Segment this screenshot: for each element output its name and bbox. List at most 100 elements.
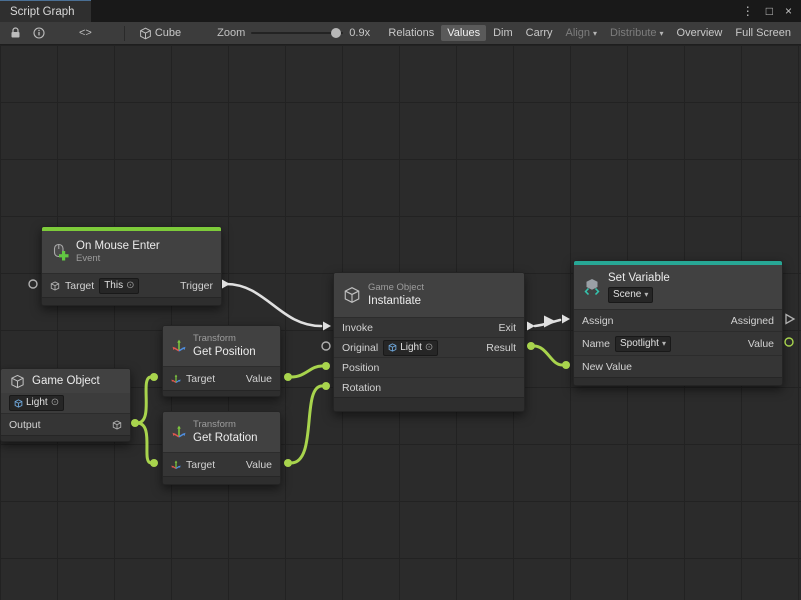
info-icon[interactable] [27,27,51,39]
port-label-new-value: New Value [582,361,632,373]
cube-icon [343,286,361,304]
kebab-menu-icon[interactable]: ⋮ [742,4,754,18]
node-get-position[interactable]: Transform Get Position Target Value [162,325,281,397]
wire-result-to-new-value[interactable] [534,346,562,365]
cube-icon [112,420,122,430]
port-getposition-target[interactable] [150,373,158,381]
graph-canvas[interactable]: On Mouse Enter Event Target This ⊙ Trigg… [0,45,801,600]
node-title: Get Position [193,345,256,359]
object-picker-icon[interactable]: ⊙ [126,280,134,292]
port-label-rotation: Rotation [342,382,381,394]
variable-name: Spotlight [620,338,659,350]
tab-script-graph[interactable]: Script Graph [0,0,91,22]
port-value-output[interactable] [785,338,793,346]
node-footer [1,435,130,441]
port-label-value: Value [246,459,272,471]
toolbar-button-group: Relations Values Dim Carry Align ▾ Distr… [382,25,797,41]
zoom-slider-handle[interactable] [331,28,341,38]
port-invoke-input[interactable] [323,322,331,331]
carry-button[interactable]: Carry [520,25,559,41]
maximize-icon[interactable]: □ [766,4,773,18]
node-title: Set Variable [608,271,670,285]
port-gameobject-output[interactable] [131,419,139,427]
object-value-chip[interactable]: Light ⊙ [9,395,64,411]
object-picker-icon[interactable]: ⊙ [51,397,59,409]
unity-graph-window: Script Graph ⋮ □ × <> Cube Zoom 0.9x R [0,0,801,600]
wire-rotation-value-to-instantiate[interactable] [291,386,322,463]
original-value-chip[interactable]: Light ⊙ [383,340,438,356]
wire-output-to-getposition-target[interactable] [137,377,151,423]
port-rotation-input[interactable] [322,382,330,390]
port-exit-output[interactable] [527,322,535,331]
fullscreen-button[interactable]: Full Screen [729,25,797,41]
cube-icon [50,281,60,291]
variable-name-dropdown[interactable]: Spotlight ▾ [615,336,671,352]
toolbar-separator [124,26,125,41]
zoom-value: 0.9x [349,27,370,39]
node-footer [334,397,524,411]
node-category: Transform [193,333,256,345]
variable-kind-dropdown[interactable]: Scene ▾ [608,287,653,303]
port-label-value: Value [246,373,272,385]
port-result-output[interactable] [527,342,535,350]
close-icon[interactable]: × [785,4,792,18]
overview-button[interactable]: Overview [671,25,729,41]
lock-icon[interactable] [4,27,27,39]
port-target-input[interactable] [29,280,37,288]
node-game-object[interactable]: Game Object Light ⊙ Output [0,368,131,442]
port-label-target: Target [186,459,215,471]
port-position-input[interactable] [322,362,330,370]
node-subtitle: Event [76,253,160,265]
chevron-down-icon: ▾ [660,29,664,38]
port-label-name: Name [582,338,610,350]
distribute-dropdown[interactable]: Distribute ▾ [604,25,669,41]
flow-arrowhead-icon [544,316,556,328]
relations-button[interactable]: Relations [382,25,440,41]
target-value: This [104,280,123,292]
port-label-target: Target [186,373,215,385]
cube-icon [139,27,152,40]
object-picker-icon[interactable]: ⊙ [425,342,433,354]
wire-exit-to-assign[interactable] [535,320,560,326]
target-value-chip[interactable]: This ⊙ [99,278,139,294]
graph-target-label: Cube [155,27,181,39]
mouse-event-icon [51,243,69,261]
dim-button[interactable]: Dim [487,25,519,41]
values-button[interactable]: Values [441,25,486,41]
wire-trigger-to-invoke[interactable] [226,284,321,326]
port-label-assigned: Assigned [731,315,774,327]
code-view-icon[interactable]: <> [73,27,98,39]
align-dropdown[interactable]: Align ▾ [560,25,603,41]
cube-icon [10,374,25,389]
node-set-variable[interactable]: Set Variable Scene ▾ Assign Assigned Nam… [573,260,783,386]
port-label-assign: Assign [582,315,614,327]
transform-icon [171,460,181,470]
wire-position-value-to-instantiate[interactable] [291,366,322,377]
port-label-output: Output [9,419,41,431]
port-getrotation-value[interactable] [284,459,292,467]
transform-icon [171,374,181,384]
port-original-input[interactable] [322,342,330,350]
port-trigger-output[interactable] [222,280,230,289]
port-new-value-input[interactable] [562,361,570,369]
object-value: Light [26,397,48,409]
port-assign-input[interactable] [562,315,570,324]
chevron-down-icon: ▾ [593,29,597,38]
zoom-label: Zoom [217,27,245,39]
node-footer [163,476,280,484]
game-object-cube-icon [388,343,397,352]
transform-icon [172,425,186,439]
node-title: On Mouse Enter [76,239,160,253]
port-assigned-output[interactable] [786,315,794,324]
original-value: Light [400,342,422,354]
wire-output-to-getrotation-target[interactable] [137,423,151,463]
node-get-rotation[interactable]: Transform Get Rotation Target Value [162,411,281,485]
node-on-mouse-enter[interactable]: On Mouse Enter Event Target This ⊙ Trigg… [41,226,222,306]
node-instantiate[interactable]: Game Object Instantiate Invoke Exit Orig… [333,272,525,412]
zoom-slider[interactable] [251,32,343,34]
port-label-invoke: Invoke [342,322,373,334]
port-label-result: Result [486,342,516,354]
port-getrotation-target[interactable] [150,459,158,467]
port-getposition-value[interactable] [284,373,292,381]
graph-target-button[interactable]: Cube [133,25,187,42]
